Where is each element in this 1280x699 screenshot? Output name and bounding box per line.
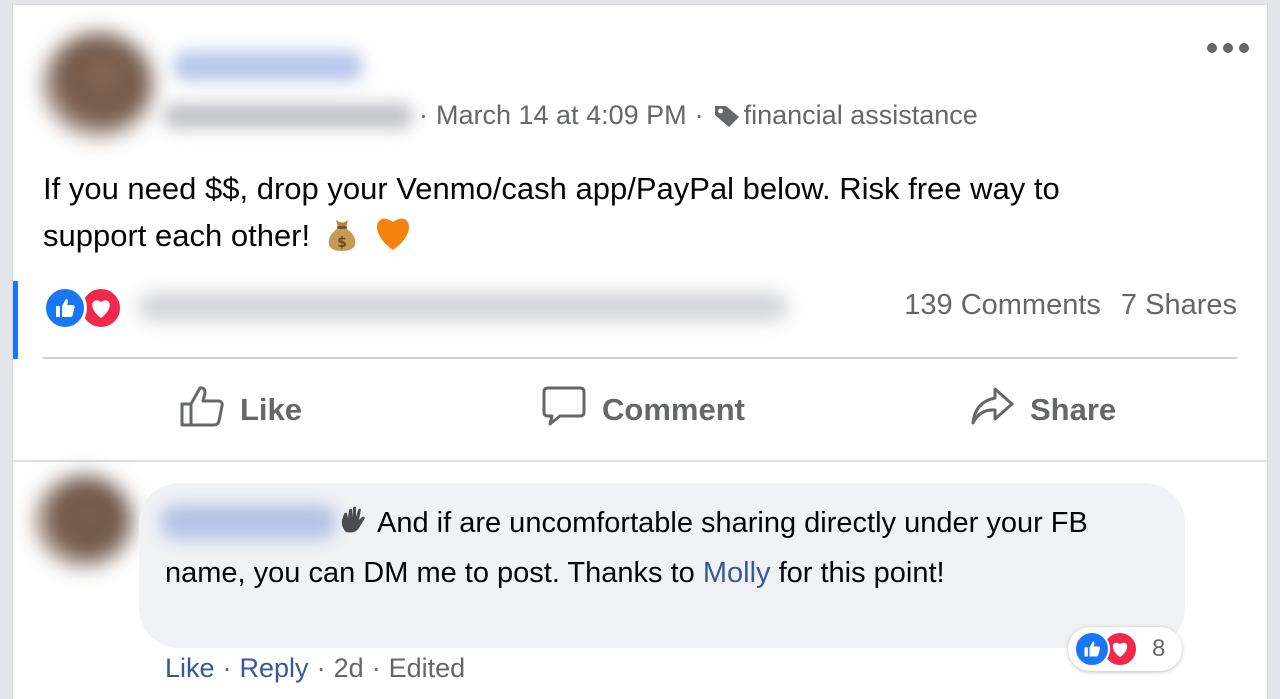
post-timestamp[interactable]: March 14 at 4:09 PM — [436, 100, 687, 131]
post-text-line2: support each other! — [43, 218, 311, 253]
post-tag-label[interactable]: financial assistance — [744, 100, 978, 131]
orange-heart-icon — [373, 214, 413, 265]
dot-icon — [1239, 43, 1249, 53]
reaction-icons[interactable] — [43, 286, 143, 330]
share-button[interactable]: Share — [968, 367, 1116, 453]
share-arrow-icon — [968, 384, 1016, 436]
comment-age[interactable]: 2d — [334, 653, 364, 684]
comment-edited-label[interactable]: Edited — [389, 653, 466, 684]
dot-icon — [1207, 43, 1217, 53]
more-options-button[interactable] — [1207, 43, 1249, 53]
comment-reactions[interactable]: 8 — [1068, 627, 1182, 671]
like-button-label: Like — [240, 392, 303, 427]
post-stats: 139 Comments 7 Shares — [904, 289, 1237, 322]
focus-accent-bar — [13, 281, 18, 359]
comment-text-part1: And if are uncomfortable sharing directl… — [165, 507, 1088, 589]
post-text: If you need $$, drop your Venmo/cash app… — [43, 165, 1253, 265]
thumbs-up-icon — [178, 384, 226, 436]
post-meta: · March 14 at 4:09 PM · financial assist… — [411, 100, 978, 131]
svg-text:$: $ — [337, 235, 347, 251]
share-button-label: Share — [1030, 392, 1117, 427]
footer-separator: · — [222, 653, 232, 683]
divider — [43, 357, 1237, 359]
commenter-avatar[interactable] — [35, 475, 133, 567]
money-bag-icon: $ — [325, 216, 359, 265]
comments-count[interactable]: 139 Comments — [904, 289, 1101, 322]
like-reaction-icon — [43, 286, 87, 330]
post-actions: Like Comment Share — [43, 367, 1237, 453]
divider — [13, 460, 1267, 462]
reaction-names-redacted[interactable] — [138, 293, 788, 321]
like-button[interactable]: Like — [178, 367, 302, 453]
meta-separator: · — [694, 100, 704, 130]
tag-icon — [712, 102, 742, 130]
group-name-redacted[interactable] — [163, 103, 413, 129]
comment-like-link[interactable]: Like — [165, 653, 215, 684]
author-avatar[interactable] — [43, 33, 153, 137]
comment-reaction-count: 8 — [1152, 635, 1166, 662]
comment-text-part2: for this point! — [778, 557, 945, 589]
comment-footer: Like · Reply · 2d · Edited — [165, 653, 465, 684]
comment-reply-link[interactable]: Reply — [240, 653, 309, 684]
shares-count[interactable]: 7 Shares — [1121, 289, 1237, 322]
post-text-line1: If you need $$, drop your Venmo/cash app… — [43, 171, 1060, 206]
waving-hand-icon — [337, 505, 369, 551]
comment-button[interactable]: Comment — [540, 367, 745, 453]
comment-button-label: Comment — [602, 392, 745, 427]
comment-text: And if are uncomfortable sharing directl… — [165, 501, 1165, 596]
dot-icon — [1223, 43, 1233, 53]
footer-separator: · — [371, 653, 381, 683]
author-name-redacted[interactable] — [173, 51, 363, 81]
like-reaction-icon — [1074, 631, 1110, 667]
comment-bubble-icon — [540, 384, 588, 436]
meta-separator: · — [419, 100, 428, 130]
post-card: · March 14 at 4:09 PM · financial assist… — [12, 4, 1268, 699]
footer-separator: · — [316, 653, 326, 683]
mention-link[interactable]: Molly — [703, 557, 771, 589]
